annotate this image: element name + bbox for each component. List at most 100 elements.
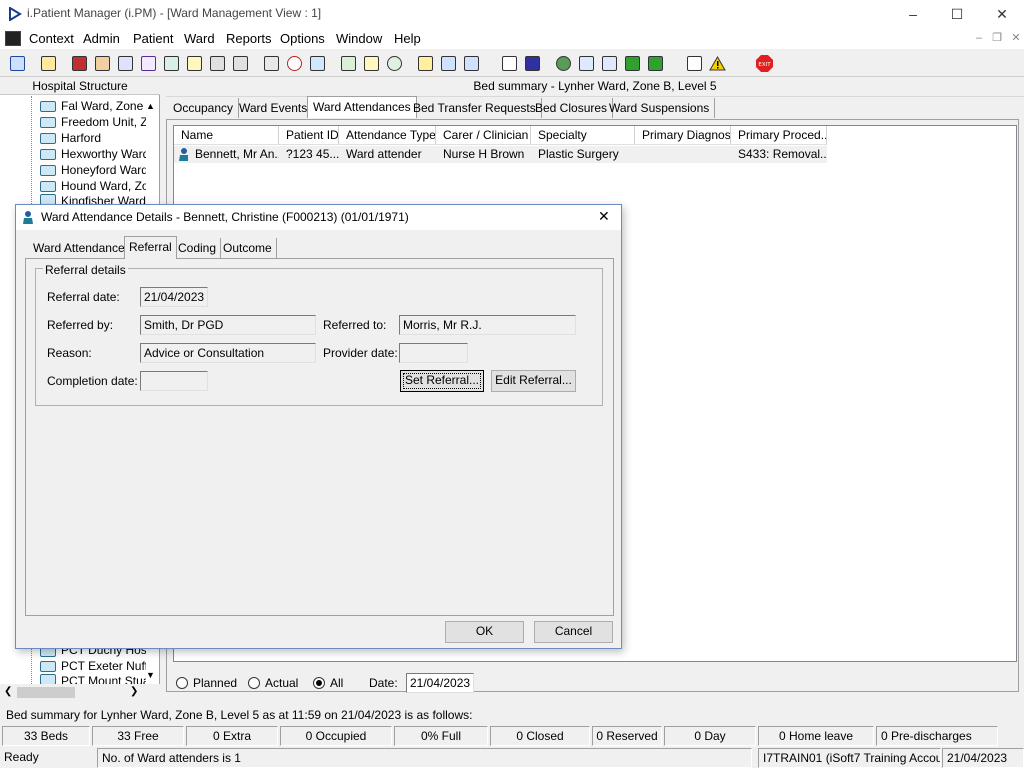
dialog-tab-referral[interactable]: Referral xyxy=(124,236,177,259)
document-icon[interactable] xyxy=(499,52,520,74)
completion-date-field[interactable] xyxy=(140,371,208,391)
clock-icon[interactable] xyxy=(284,52,305,74)
status-pre-discharges: 0 Pre-discharges xyxy=(876,726,998,746)
flag-icon[interactable] xyxy=(207,52,228,74)
menu-window[interactable]: Window xyxy=(336,31,382,46)
tab-bed-transfer-requests[interactable]: Bed Transfer Requests xyxy=(408,98,542,118)
tree-item-honeyford-ward[interactable]: Honeyford Ward, xyxy=(40,162,146,178)
ok-button[interactable]: OK xyxy=(445,621,524,643)
print-icon[interactable] xyxy=(38,52,59,74)
dial-icon[interactable] xyxy=(384,52,405,74)
planned-radio[interactable] xyxy=(176,677,188,689)
menu-help[interactable]: Help xyxy=(394,31,421,46)
dialog-tab-ward-attendance[interactable]: Ward Attendance xyxy=(29,238,130,258)
exit-icon[interactable]: EXIT xyxy=(754,52,775,74)
tree-item-harford[interactable]: Harford xyxy=(40,130,146,146)
dialog-close-button[interactable]: ✕ xyxy=(598,208,610,225)
menu-context[interactable]: Context xyxy=(29,31,74,46)
mail-icon[interactable] xyxy=(138,52,159,74)
menu-admin[interactable]: Admin xyxy=(83,31,120,46)
status-date: 21/04/2023 xyxy=(942,748,1024,768)
patient-search-icon[interactable] xyxy=(7,52,28,74)
horizontal-scrollbar[interactable]: ❮ ❯ xyxy=(0,684,160,701)
measure-icon[interactable] xyxy=(261,52,282,74)
tree-item-hexworthy-ward[interactable]: Hexworthy Ward, xyxy=(40,146,146,162)
car-icon[interactable] xyxy=(438,52,459,74)
tab-ward-attendances[interactable]: Ward Attendances xyxy=(307,96,417,118)
warning-icon[interactable] xyxy=(707,52,728,74)
pad-icon[interactable] xyxy=(92,52,113,74)
system-menu-icon[interactable] xyxy=(5,31,21,46)
dialog-tab-coding[interactable]: Coding xyxy=(174,238,222,258)
column-primary-procedure[interactable]: Primary Proced... xyxy=(731,126,827,145)
actual-radio[interactable] xyxy=(248,677,260,689)
column-name[interactable]: Name xyxy=(174,126,279,145)
dialog-tab-outcome[interactable]: Outcome xyxy=(219,238,277,258)
scroll-down-icon[interactable]: ▼ xyxy=(146,670,155,680)
tree-item-kingfisher-ward[interactable]: Kingfisher Ward xyxy=(40,194,146,204)
graph-icon[interactable] xyxy=(338,52,359,74)
minimize-button[interactable]: – xyxy=(890,0,936,28)
chart-icon[interactable] xyxy=(522,52,543,74)
arrows-icon[interactable] xyxy=(622,52,643,74)
cancel-button[interactable]: Cancel xyxy=(534,621,613,643)
column-primary-diagnosis[interactable]: Primary Diagnosis xyxy=(635,126,731,145)
date-field[interactable]: 21/04/2023 xyxy=(406,673,474,693)
bed-icon xyxy=(40,100,56,112)
referred-to-label: Referred to: xyxy=(323,318,387,332)
globe-icon[interactable] xyxy=(553,52,574,74)
status-day: 0 Day xyxy=(664,726,756,746)
scroll-right-icon[interactable]: ❯ xyxy=(130,686,138,697)
column-attendance-type[interactable]: Attendance Type xyxy=(339,126,436,145)
list-icon[interactable] xyxy=(115,52,136,74)
menu-reports[interactable]: Reports xyxy=(226,31,272,46)
set-referral-button[interactable]: Set Referral... xyxy=(400,370,484,392)
menu-options[interactable]: Options xyxy=(280,31,325,46)
tab-ward-events[interactable]: Ward Events xyxy=(234,98,314,118)
inbox2-icon[interactable] xyxy=(599,52,620,74)
tree-item-pct-exeter[interactable]: PCT Exeter Nuffie xyxy=(40,658,146,674)
arrows2-icon[interactable] xyxy=(645,52,666,74)
tab-occupancy[interactable]: Occupancy xyxy=(168,98,240,118)
transfer-icon[interactable] xyxy=(684,52,705,74)
inbox-icon[interactable] xyxy=(576,52,597,74)
tree-item-hound-ward[interactable]: Hound Ward, Zor xyxy=(40,178,146,194)
scroll-left-icon[interactable]: ❮ xyxy=(4,686,12,697)
status-message: No. of Ward attenders is 1 xyxy=(97,748,752,768)
column-carer-clinician[interactable]: Carer / Clinician xyxy=(436,126,531,145)
reason-field[interactable]: Advice or Consultation xyxy=(140,343,316,363)
maximize-button[interactable]: ☐ xyxy=(934,0,980,28)
tree-item-pct-mount-stuart[interactable]: PCT Mount Stuar xyxy=(40,674,146,684)
tree-item-freedom-unit[interactable]: Freedom Unit, Zo xyxy=(40,114,146,130)
scroll-thumb[interactable] xyxy=(17,687,75,698)
referred-to-field[interactable]: Morris, Mr R.J. xyxy=(399,315,576,335)
flag2-icon[interactable] xyxy=(230,52,251,74)
close-button[interactable]: ✕ xyxy=(979,0,1024,28)
referral-date-field[interactable]: 21/04/2023 xyxy=(140,287,208,307)
edit-referral-button[interactable]: Edit Referral... xyxy=(491,370,576,392)
mdi-restore-button[interactable]: ❐ xyxy=(990,32,1004,45)
bed-icon xyxy=(40,116,56,128)
menu-ward[interactable]: Ward xyxy=(184,31,215,46)
scroll-up-icon[interactable]: ▲ xyxy=(146,101,155,111)
notepad-icon[interactable] xyxy=(415,52,436,74)
monitor-icon[interactable] xyxy=(307,52,328,74)
referred-by-field[interactable]: Smith, Dr PGD xyxy=(140,315,316,335)
notes2-icon[interactable] xyxy=(361,52,382,74)
tree-item-fal-ward[interactable]: Fal Ward, Zone E xyxy=(40,98,146,114)
ward-icon[interactable] xyxy=(461,52,482,74)
doctor-icon[interactable] xyxy=(161,52,182,74)
menu-patient[interactable]: Patient xyxy=(133,31,173,46)
tab-bed-closures[interactable]: Bed Closures xyxy=(530,98,614,118)
mdi-close-button[interactable]: ✕ xyxy=(1009,32,1023,45)
mdi-minimize-button[interactable]: – xyxy=(972,32,986,45)
column-patient-id[interactable]: Patient ID xyxy=(279,126,339,145)
all-label: All xyxy=(330,676,344,690)
all-radio[interactable] xyxy=(313,677,325,689)
book-icon[interactable] xyxy=(69,52,90,74)
notes-icon[interactable] xyxy=(184,52,205,74)
window-title: i.Patient Manager (i.PM) - [Ward Managem… xyxy=(27,6,322,20)
provider-date-field[interactable] xyxy=(399,343,468,363)
column-specialty[interactable]: Specialty xyxy=(531,126,635,145)
tab-ward-suspensions[interactable]: Ward Suspensions xyxy=(604,98,716,118)
